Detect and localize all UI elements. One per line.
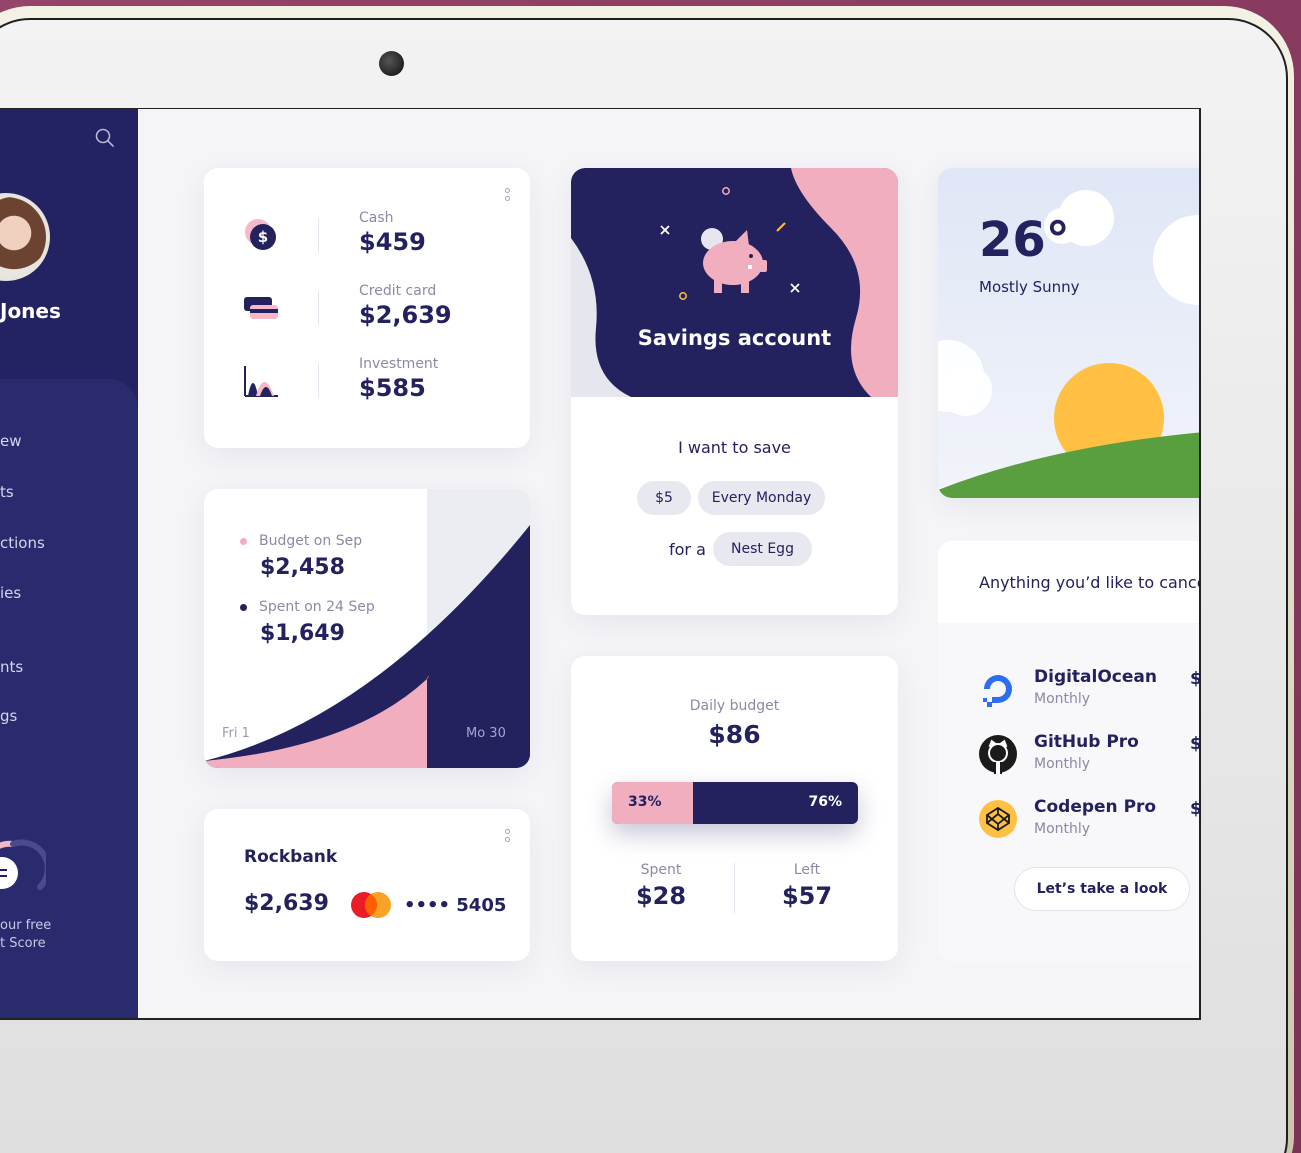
accounts-card: $ Cash $459 Credit card $2,639 Investmen… <box>204 168 530 448</box>
nav-item-settings[interactable]: gs <box>0 707 17 725</box>
subscription-period: Monthly <box>1034 821 1091 837</box>
budget-dot-icon <box>240 537 247 545</box>
nav-item-overview[interactable]: ew <box>0 432 22 450</box>
account-value: $585 <box>359 374 426 402</box>
bank-name: Rockbank <box>244 847 338 867</box>
nav-item-payments[interactable]: nts <box>0 658 23 676</box>
search-icon[interactable] <box>94 127 116 149</box>
left-value: $57 <box>781 882 833 910</box>
account-value: $2,639 <box>359 301 452 329</box>
savings-title: Savings account <box>637 326 832 350</box>
subscription-row-github[interactable]: GitHub Pro Monthly $ <box>978 732 1201 782</box>
credit-score-text[interactable]: our free t Score <box>0 917 51 953</box>
subscription-period: Monthly <box>1034 691 1091 707</box>
separator <box>318 291 319 325</box>
daily-budget-bar: 33% 76% <box>612 782 858 824</box>
daily-budget-value: $86 <box>708 720 761 749</box>
take-a-look-button[interactable]: Let’s take a look <box>1014 867 1190 911</box>
subscription-price: $ <box>1190 734 1201 754</box>
mastercard-icon <box>351 892 391 918</box>
budget-chart-card: Budget on Sep $2,458 Spent on 24 Sep $1,… <box>204 489 530 768</box>
left-label: Left <box>793 862 821 878</box>
credit-card-icon <box>244 297 278 319</box>
separator <box>318 218 319 252</box>
daily-budget-card: Daily budget $86 33% 76% Spent $28 Left … <box>571 656 898 961</box>
more-options-icon[interactable] <box>505 188 511 204</box>
spent-dot-icon <box>240 603 247 611</box>
credit-score-line2: t Score <box>0 936 46 951</box>
subscription-row-digitalocean[interactable]: DigitalOcean Monthly $ <box>978 667 1201 717</box>
digitalocean-icon <box>983 675 1012 707</box>
savings-frequency-pill[interactable]: Every Monday <box>698 481 825 515</box>
user-name: Jones <box>0 299 61 323</box>
account-row-credit-card[interactable]: Credit card $2,639 <box>244 283 494 333</box>
temperature: 26° <box>979 212 1070 268</box>
x-axis-end-label: Mo 30 <box>466 726 506 741</box>
app-screen: Jones ew ts ctions ies nts gs our free t… <box>0 108 1201 1020</box>
account-value: $459 <box>359 228 426 256</box>
separator <box>318 364 319 398</box>
budget-legend: Budget on Sep <box>240 533 362 549</box>
savings-for-text: for a <box>669 540 706 559</box>
savings-goal-pill[interactable]: Nest Egg <box>713 532 812 566</box>
nav-item-transactions[interactable]: ctions <box>0 534 45 552</box>
subscriptions-card: Anything you’d like to cancel DigitalOce… <box>938 541 1201 961</box>
rockbank-card[interactable]: Rockbank $2,639 •••• 5405 <box>204 809 530 961</box>
account-label: Credit card <box>359 283 437 299</box>
weather-card: 26° Mostly Sunny <box>938 168 1199 498</box>
spent-value: $28 <box>635 882 687 910</box>
credit-score-line1: our free <box>0 918 52 933</box>
sidebar: Jones ew ts ctions ies nts gs our free t… <box>0 109 138 1018</box>
left-percent-label: 76% <box>808 794 842 810</box>
subscription-period: Monthly <box>1034 756 1091 772</box>
savings-amount-pill[interactable]: $5 <box>637 481 691 515</box>
account-row-cash[interactable]: $ Cash $459 <box>244 210 494 260</box>
dollar-coin-icon: $ <box>245 219 276 250</box>
x-axis-start-label: Fri 1 <box>222 726 250 741</box>
github-icon <box>979 735 1017 774</box>
budget-value: $2,458 <box>260 555 345 580</box>
spent-label: Spent <box>640 862 682 878</box>
spent-legend-label: Spent on 24 Sep <box>259 599 375 615</box>
budget-legend-label: Budget on Sep <box>259 533 363 549</box>
investment-chart-icon <box>244 366 278 397</box>
separator <box>734 863 735 913</box>
more-options-icon[interactable] <box>505 829 511 845</box>
subscription-name: GitHub Pro <box>1034 732 1139 752</box>
bank-balance: $2,639 <box>244 891 329 916</box>
subscription-name: Codepen Pro <box>1034 797 1157 817</box>
subscription-price: $ <box>1190 799 1201 819</box>
spent-legend: Spent on 24 Sep <box>240 599 375 615</box>
avatar[interactable] <box>0 193 50 281</box>
subscription-price: $ <box>1190 669 1201 689</box>
weather-condition: Mostly Sunny <box>979 278 1080 296</box>
credit-score-gauge[interactable] <box>0 837 46 903</box>
spent-percent-label: 33% <box>628 794 662 810</box>
account-label: Investment <box>359 356 439 372</box>
subscription-row-codepen[interactable]: Codepen Pro Monthly $ <box>978 797 1201 847</box>
nav-item-accounts[interactable]: ts <box>0 483 14 501</box>
subscriptions-prompt: Anything you’d like to cancel <box>979 573 1201 592</box>
spent-value: $1,649 <box>260 621 345 646</box>
svg-text:$: $ <box>258 228 268 246</box>
card-number: •••• 5405 <box>404 895 507 916</box>
webcam <box>379 51 404 76</box>
savings-card: Savings account I want to save $5 Every … <box>571 168 898 615</box>
account-row-investment[interactable]: Investment $585 <box>244 356 494 406</box>
savings-illustration <box>571 168 898 397</box>
account-label: Cash <box>359 210 394 226</box>
codepen-icon <box>979 800 1017 838</box>
daily-budget-label: Daily budget <box>689 698 780 714</box>
savings-want-text: I want to save <box>678 438 791 457</box>
nav-item-categories[interactable]: ies <box>0 584 21 602</box>
subscription-name: DigitalOcean <box>1034 667 1157 687</box>
